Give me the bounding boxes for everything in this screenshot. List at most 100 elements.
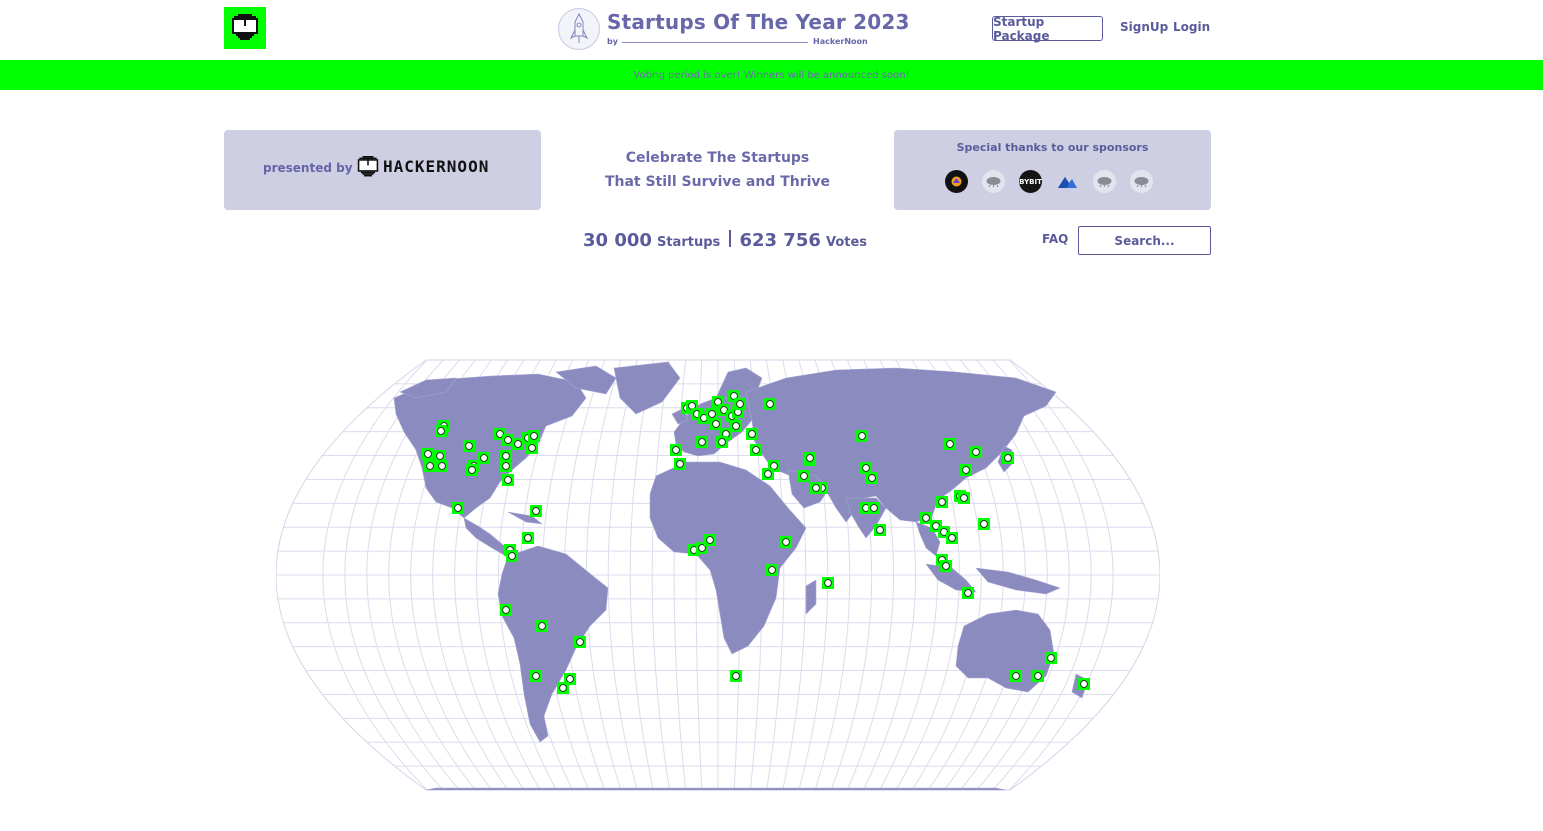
- startup-pin[interactable]: [522, 532, 534, 544]
- startup-pin[interactable]: [500, 604, 512, 616]
- hackernoon-pin-icon: [824, 579, 832, 587]
- startup-pin[interactable]: [526, 442, 538, 454]
- startup-pin[interactable]: [764, 398, 776, 410]
- startup-pin[interactable]: [946, 532, 958, 544]
- startup-pin[interactable]: [557, 682, 569, 694]
- tagline-line-1: Celebrate The Startups: [625, 150, 810, 166]
- startup-pin[interactable]: [422, 448, 434, 460]
- rocket-seal-icon: [558, 8, 600, 50]
- hackernoon-pin-icon: [454, 504, 462, 512]
- startup-pin[interactable]: [730, 670, 742, 682]
- hackernoon-pin-icon: [764, 470, 772, 478]
- hackernoon-pin-icon: [480, 454, 488, 462]
- startup-pin[interactable]: [536, 620, 548, 632]
- startup-pin[interactable]: [940, 560, 952, 572]
- hackernoon-pin-icon: [502, 606, 510, 614]
- login-link[interactable]: Login: [1173, 20, 1210, 34]
- startup-package-button[interactable]: Startup Package: [992, 15, 1103, 43]
- hackernoon-pin-icon: [1047, 654, 1055, 662]
- startup-pin[interactable]: [1010, 670, 1022, 682]
- startup-pin[interactable]: [1078, 678, 1090, 690]
- presented-by-label: presented by: [263, 161, 353, 175]
- startup-pin[interactable]: [674, 458, 686, 470]
- presented-by-panel[interactable]: presented by HACKERNOON: [224, 130, 541, 210]
- startup-pin[interactable]: [978, 518, 990, 530]
- tagline: Celebrate The Startups That Still Surviv…: [560, 146, 875, 194]
- startup-pin[interactable]: [962, 587, 974, 599]
- startup-pin[interactable]: [696, 436, 708, 448]
- brand-by-label: by: [607, 37, 618, 46]
- sponsor-logo-5[interactable]: [1093, 170, 1116, 193]
- startup-pin[interactable]: [856, 430, 868, 442]
- hackernoon-pixel-head-icon: [232, 14, 258, 40]
- startup-pin[interactable]: [730, 420, 742, 432]
- startup-pin[interactable]: [1032, 670, 1044, 682]
- startup-pin[interactable]: [1002, 452, 1014, 464]
- hackernoon-logo[interactable]: [224, 7, 266, 49]
- votes-label: Votes: [825, 235, 868, 250]
- hackernoon-pin-icon: [532, 672, 540, 680]
- page-title: Startups Of The Year 2023: [607, 10, 910, 34]
- startup-pin[interactable]: [463, 440, 475, 452]
- startup-pin[interactable]: [1045, 652, 1057, 664]
- startup-pin[interactable]: [868, 502, 880, 514]
- startup-pin[interactable]: [500, 460, 512, 472]
- hackernoon-pin-icon: [876, 526, 884, 534]
- startup-pin[interactable]: [670, 444, 682, 456]
- hackernoon-pin-icon: [942, 562, 950, 570]
- startup-pin[interactable]: [435, 425, 447, 437]
- startup-pin[interactable]: [502, 474, 514, 486]
- startup-pin[interactable]: [780, 536, 792, 548]
- search-input[interactable]: [1078, 226, 1211, 255]
- startup-pin[interactable]: [716, 436, 728, 448]
- event-brand[interactable]: Startups Of The Year 2023 by HackerNoon: [558, 6, 909, 52]
- sponsor-logo-bybit[interactable]: BYBIT: [1019, 170, 1042, 193]
- startup-pin[interactable]: [478, 452, 490, 464]
- startup-pin[interactable]: [798, 470, 810, 482]
- startup-pin[interactable]: [528, 430, 540, 442]
- hackernoon-pin-icon: [1080, 680, 1088, 688]
- startup-pin[interactable]: [810, 482, 822, 494]
- startup-pin[interactable]: [958, 492, 970, 504]
- hackernoon-pin-icon: [964, 589, 972, 597]
- startup-pin[interactable]: [804, 452, 816, 464]
- startup-pin[interactable]: [766, 564, 778, 576]
- startup-pin[interactable]: [936, 496, 948, 508]
- startup-pin[interactable]: [506, 550, 518, 562]
- startup-pin[interactable]: [530, 505, 542, 517]
- hackernoon-pin-icon: [672, 446, 680, 454]
- sponsor-logo-4[interactable]: [1056, 170, 1079, 193]
- startup-pin[interactable]: [734, 398, 746, 410]
- hackernoon-pin-icon: [468, 466, 476, 474]
- startup-pin[interactable]: [704, 534, 716, 546]
- startup-pin[interactable]: [530, 670, 542, 682]
- hackernoon-pin-icon: [502, 452, 510, 460]
- sponsor-logo-6[interactable]: [1130, 170, 1153, 193]
- startups-count: 30 000: [583, 230, 652, 251]
- sponsor-logo-1[interactable]: [945, 170, 968, 193]
- hackernoon-pin-icon: [698, 438, 706, 446]
- startup-pin[interactable]: [466, 464, 478, 476]
- sponsor-logo-2[interactable]: [982, 170, 1005, 193]
- hackernoon-pin-icon: [538, 622, 546, 630]
- startup-pin[interactable]: [746, 428, 758, 440]
- signup-link[interactable]: SignUp: [1120, 20, 1168, 34]
- startup-pin[interactable]: [750, 444, 762, 456]
- hackernoon-pin-icon: [868, 474, 876, 482]
- startup-pin[interactable]: [436, 460, 448, 472]
- bybit-label: BYBIT: [1019, 177, 1042, 186]
- startup-pin[interactable]: [822, 577, 834, 589]
- startup-pin[interactable]: [874, 524, 886, 536]
- startup-pin[interactable]: [866, 472, 878, 484]
- startup-pin[interactable]: [960, 464, 972, 476]
- faq-link[interactable]: FAQ: [1042, 232, 1068, 246]
- hackernoon-pin-icon: [524, 534, 532, 542]
- startup-pin[interactable]: [574, 636, 586, 648]
- startup-pin[interactable]: [452, 502, 464, 514]
- startup-pin[interactable]: [944, 438, 956, 450]
- hackernoon-pin-icon: [718, 438, 726, 446]
- hackernoon-pin-icon: [504, 436, 512, 444]
- startup-pin[interactable]: [970, 446, 982, 458]
- world-map[interactable]: [276, 358, 1160, 792]
- startup-pin[interactable]: [762, 468, 774, 480]
